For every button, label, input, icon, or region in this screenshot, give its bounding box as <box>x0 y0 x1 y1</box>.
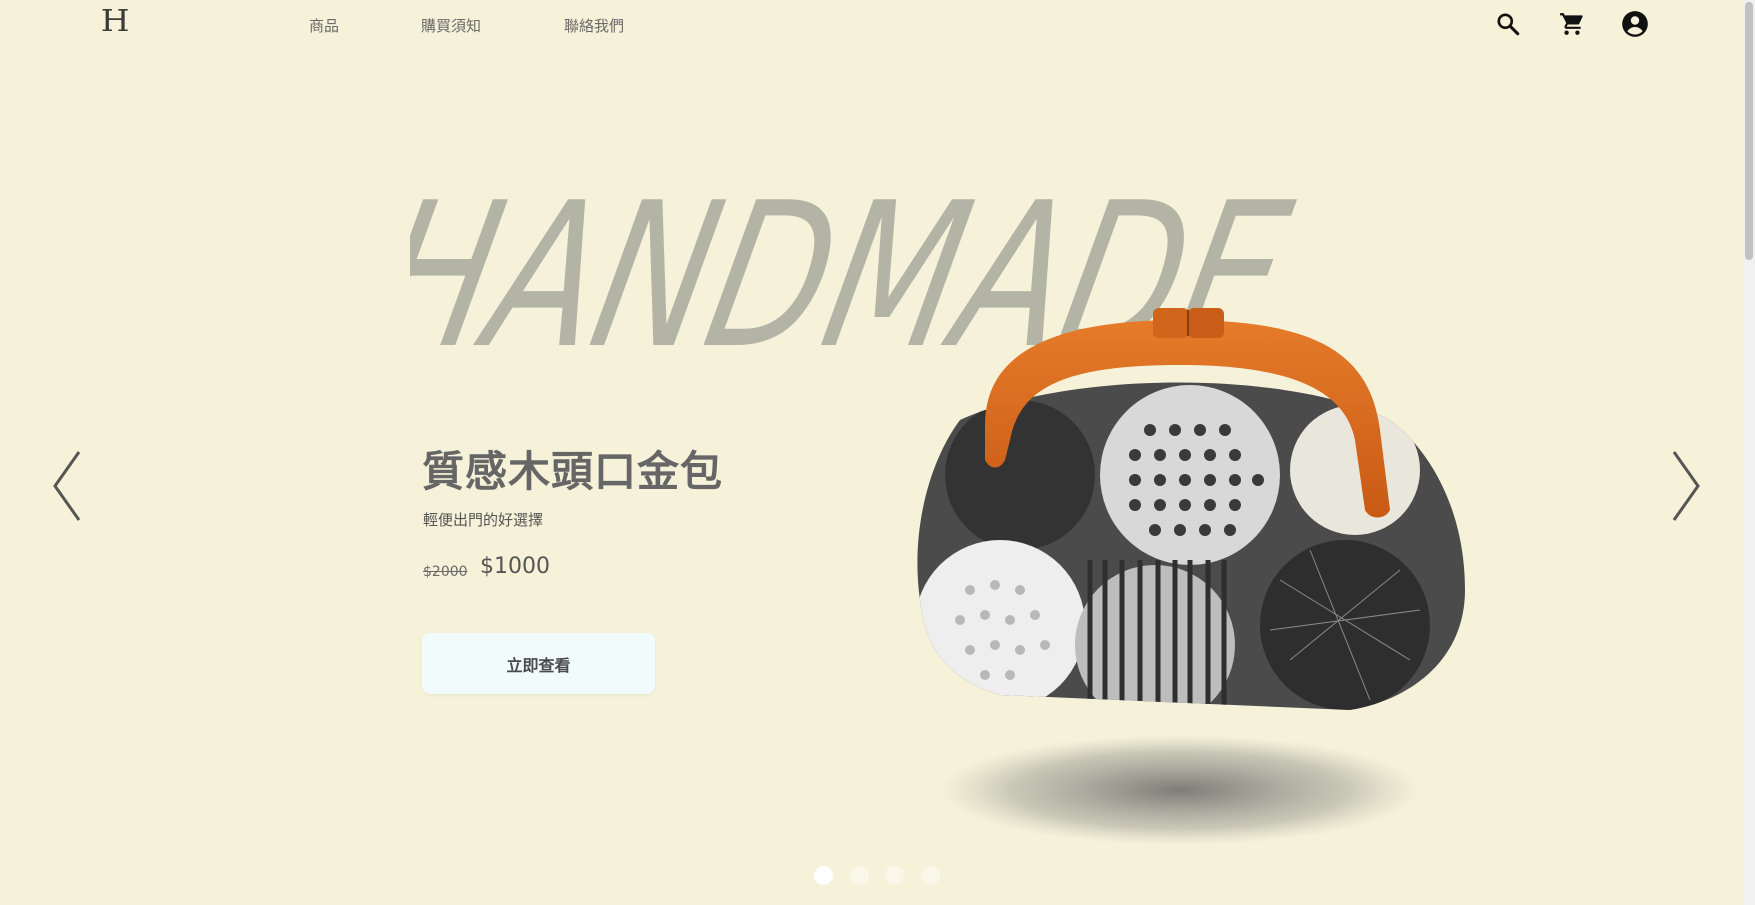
scrollbar-thumb[interactable] <box>1745 2 1753 260</box>
carousel-dot-3[interactable] <box>885 866 904 885</box>
nav-item-purchase-info[interactable]: 購買須知 <box>421 15 481 36</box>
page-scrollbar[interactable] <box>1743 0 1755 905</box>
account-button[interactable] <box>1621 10 1649 38</box>
product-subtitle: 輕便出門的好選擇 <box>423 511 544 529</box>
site-logo[interactable]: H <box>101 4 130 39</box>
price-original: $2000 <box>423 564 468 580</box>
price-sale: $1000 <box>480 554 550 579</box>
carousel-dot-1[interactable] <box>814 866 833 885</box>
product-title: 質感木頭口金包 <box>422 447 724 496</box>
product-image-purse <box>917 308 1465 845</box>
account-icon <box>1622 11 1648 37</box>
search-icon <box>1497 13 1520 36</box>
carousel-next-arrow-icon[interactable] <box>1668 448 1702 524</box>
nav-item-contact[interactable]: 聯絡我們 <box>564 15 624 36</box>
page: H 商品 購買須知 聯絡我們 HANDMADE 質感木頭口金包 輕便出門的好選擇… <box>0 0 1755 905</box>
carousel-dot-2[interactable] <box>850 866 869 885</box>
view-now-button[interactable]: 立即查看 <box>422 633 655 694</box>
cart-button[interactable] <box>1558 10 1586 38</box>
search-button[interactable] <box>1494 10 1522 38</box>
carousel-prev-arrow-icon[interactable] <box>51 448 85 524</box>
cart-icon <box>1560 13 1583 35</box>
nav-item-products[interactable]: 商品 <box>309 15 339 36</box>
carousel-dot-4[interactable] <box>921 866 940 885</box>
